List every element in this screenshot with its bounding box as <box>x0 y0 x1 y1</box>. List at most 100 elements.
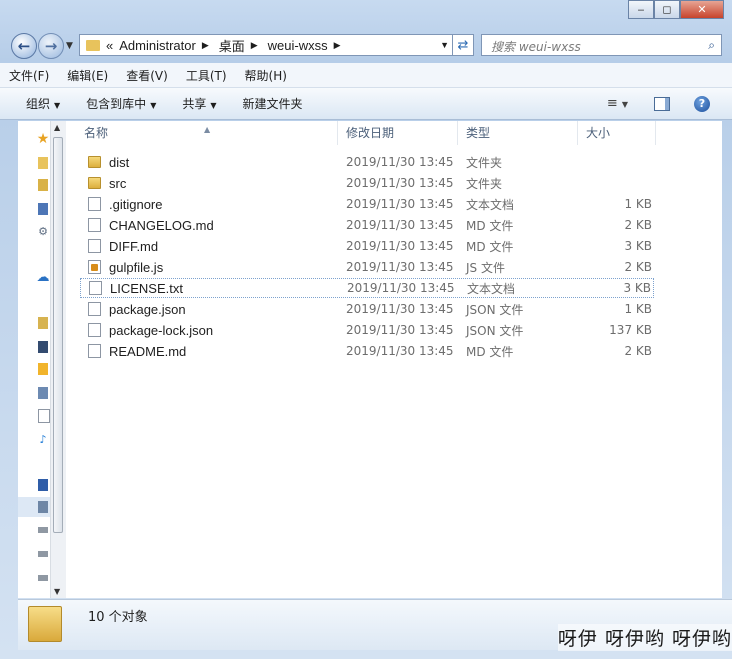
file-name-cell[interactable]: .gitignore <box>88 197 162 212</box>
scroll-up-arrow-icon[interactable]: ▲ <box>54 123 60 132</box>
file-name-cell[interactable]: package-lock.json <box>88 323 213 338</box>
file-type: 文本文档 <box>466 197 515 212</box>
search-input[interactable]: 搜索 weui-wxss ⌕ <box>481 34 722 56</box>
address-dropdown-icon[interactable]: ▼ <box>440 40 449 50</box>
column-header-date[interactable]: 修改日期 <box>338 121 458 145</box>
chevron-right-icon[interactable]: ▶ <box>202 40 209 51</box>
column-header-size[interactable]: 大小 <box>578 121 656 145</box>
column-header-type[interactable]: 类型 <box>458 121 578 145</box>
breadcrumb-overflow[interactable]: « <box>106 38 113 53</box>
file-name-cell[interactable]: dist <box>88 155 129 170</box>
cloud-icon[interactable]: ☁ <box>37 270 50 285</box>
file-name: dist <box>109 154 130 170</box>
sort-ascending-icon: ▲ <box>204 125 211 134</box>
help-icon[interactable]: ? <box>694 95 710 112</box>
chevron-down-icon: ▼ <box>150 101 157 110</box>
file-row[interactable]: package.json 2019/11/30 13:45 JSON 文件 1 KB <box>80 299 654 319</box>
recent-places-icon[interactable]: ⚙ <box>38 225 48 238</box>
file-row[interactable]: src 2019/11/30 13:45 文件夹 <box>80 173 654 193</box>
file-row[interactable]: dist 2019/11/30 13:45 文件夹 <box>80 152 654 172</box>
file-name: README.md <box>109 343 187 359</box>
navigation-scrollbar[interactable]: ▲ ▼ <box>50 121 66 598</box>
file-name-cell[interactable]: README.md <box>88 344 186 359</box>
file-row[interactable]: gulpfile.js 2019/11/30 13:45 JS 文件 2 KB <box>80 257 654 277</box>
downloads-folder-icon[interactable] <box>38 179 48 191</box>
music-icon[interactable]: ♪ <box>38 433 48 446</box>
file-size: 1 KB <box>624 302 652 316</box>
documents-icon[interactable] <box>38 387 48 399</box>
chevron-down-icon: ▼ <box>54 101 61 110</box>
file-row[interactable]: LICENSE.txt 2019/11/30 13:45 文本文档 3 KB <box>80 278 654 298</box>
file-list: 名称 ▲ 修改日期 类型 大小 dist 2019/11/30 13:45 文件夹 sr… <box>66 121 722 598</box>
breadcrumb-administrator[interactable]: Administrator <box>119 38 196 53</box>
file-name-cell[interactable]: CHANGELOG.md <box>88 218 214 233</box>
file-name-cell[interactable]: package.json <box>88 302 186 317</box>
address-bar[interactable]: « Administrator ▶ 桌面 ▶ weui-wxss ▶ ▼ <box>79 34 474 56</box>
change-view-icon[interactable]: ≡ ▼ <box>607 96 628 111</box>
organize-button[interactable]: 组织 ▼ <box>26 95 60 112</box>
refresh-icon: ⇄ <box>457 37 469 53</box>
folder-icon[interactable] <box>38 157 48 169</box>
back-button[interactable]: ← <box>11 33 37 59</box>
file-date: 2019/11/30 13:45 <box>346 344 454 358</box>
column-header-name[interactable]: 名称 ▲ <box>66 121 338 145</box>
chevron-right-icon[interactable]: ▶ <box>251 40 258 51</box>
drive-icon[interactable] <box>38 501 48 513</box>
share-button[interactable]: 共享 ▼ <box>182 95 216 112</box>
menu-help[interactable]: 帮助(H) <box>236 67 296 84</box>
recent-pages-dropdown[interactable]: ▼ <box>66 41 73 51</box>
preview-pane-icon[interactable] <box>654 96 670 111</box>
search-placeholder: 搜索 weui-wxss <box>491 40 581 54</box>
menu-view[interactable]: 查看(V) <box>117 67 177 84</box>
file-row[interactable]: DIFF.md 2019/11/30 13:45 MD 文件 3 KB <box>80 236 654 256</box>
file-icon <box>88 239 101 253</box>
desktop-icon[interactable] <box>38 203 48 215</box>
file-name: package-lock.json <box>109 322 214 338</box>
file-date: 2019/11/30 13:45 <box>346 260 454 274</box>
file-name-cell[interactable]: LICENSE.txt <box>89 281 183 296</box>
drive-icon[interactable] <box>38 527 48 533</box>
search-icon[interactable]: ⌕ <box>708 38 715 53</box>
document-icon[interactable] <box>38 409 50 423</box>
breadcrumb-weui-wxss[interactable]: weui-wxss <box>268 38 328 53</box>
scroll-down-arrow-icon[interactable]: ▼ <box>54 587 60 596</box>
forward-button[interactable]: → <box>38 33 64 59</box>
menu-file[interactable]: 文件(F) <box>0 67 58 84</box>
new-folder-button[interactable]: 新建文件夹 <box>243 95 303 112</box>
maximize-button[interactable]: ◻ <box>654 0 680 19</box>
computer-icon[interactable] <box>38 479 48 491</box>
drive-icon[interactable] <box>38 551 48 557</box>
include-library-button[interactable]: 包含到库中 ▼ <box>86 95 156 112</box>
file-name-cell[interactable]: gulpfile.js <box>88 260 163 275</box>
drive-icon[interactable] <box>38 575 48 581</box>
file-name-cell[interactable]: DIFF.md <box>88 239 158 254</box>
libraries-icon[interactable] <box>38 317 48 329</box>
scrollbar-thumb[interactable] <box>53 137 63 533</box>
file-name-cell[interactable]: src <box>88 176 126 191</box>
pictures-icon[interactable] <box>38 363 48 375</box>
menu-tools[interactable]: 工具(T) <box>177 67 236 84</box>
file-name: DIFF.md <box>109 238 159 254</box>
file-row[interactable]: package-lock.json 2019/11/30 13:45 JSON 文件… <box>80 320 654 340</box>
file-row[interactable]: .gitignore 2019/11/30 13:45 文本文档 1 KB <box>80 194 654 214</box>
column-header-row: 名称 ▲ 修改日期 类型 大小 <box>66 121 722 145</box>
file-type: 文件夹 <box>466 176 503 191</box>
file-row[interactable]: README.md 2019/11/30 13:45 MD 文件 2 KB <box>80 341 654 361</box>
file-date: 2019/11/30 13:45 <box>346 218 454 232</box>
explorer-window: ‒ ◻ ✕ ← → ▼ « Administrator ▶ 桌面 ▶ weui-… <box>0 0 732 659</box>
close-button[interactable]: ✕ <box>680 0 724 19</box>
chevron-right-icon[interactable]: ▶ <box>334 40 341 51</box>
minimize-button[interactable]: ‒ <box>628 0 654 19</box>
file-row[interactable]: CHANGELOG.md 2019/11/30 13:45 MD 文件 2 KB <box>80 215 654 235</box>
refresh-button[interactable]: ⇄ <box>452 34 474 56</box>
videos-icon[interactable] <box>38 341 48 353</box>
chevron-down-icon: ▼ <box>210 101 217 110</box>
file-type: JS 文件 <box>466 260 505 275</box>
file-date: 2019/11/30 13:45 <box>346 239 454 253</box>
file-name: gulpfile.js <box>109 259 164 275</box>
file-icon <box>88 344 101 358</box>
breadcrumb-desktop[interactable]: 桌面 <box>219 36 245 55</box>
favorites-star-icon[interactable]: ★ <box>37 131 50 147</box>
menu-edit[interactable]: 编辑(E) <box>58 67 117 84</box>
file-type: JSON 文件 <box>466 302 524 317</box>
